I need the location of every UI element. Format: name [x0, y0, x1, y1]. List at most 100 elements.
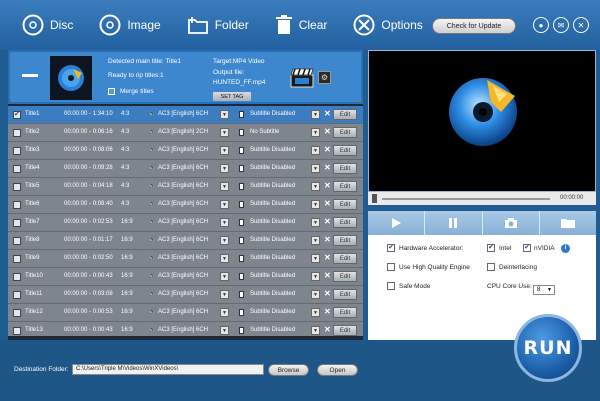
subtitle-dropdown[interactable]: ▼ [311, 254, 320, 263]
title-row[interactable]: Title3 00:00:00 - 0:08:06 4:3 🔈 AC3 [English… [8, 142, 363, 160]
audio-dropdown[interactable]: ▼ [220, 290, 229, 299]
image-button[interactable]: Image [99, 14, 161, 36]
options-button[interactable]: Options [353, 14, 423, 36]
browse-button[interactable]: Browse [268, 364, 309, 376]
title-checkbox[interactable]: ✔ [13, 111, 21, 119]
destination-path-input[interactable]: C:\Users\Triple M\Videos\WinXVideos\ [72, 364, 264, 375]
subtitle-dropdown[interactable]: ▼ [311, 290, 320, 299]
set-tag-button[interactable]: SET TAG [213, 92, 251, 101]
title-checkbox[interactable] [13, 255, 21, 263]
collapse-icon[interactable] [22, 74, 38, 77]
audio-dropdown[interactable]: ▼ [220, 308, 229, 317]
seek-bar[interactable]: 00:00:00 [368, 192, 596, 205]
cut-icon[interactable]: ✕ [324, 217, 331, 226]
gear-icon[interactable]: ⚙ [318, 71, 331, 84]
title-checkbox[interactable] [13, 273, 21, 281]
cut-icon[interactable]: ✕ [324, 109, 331, 118]
clear-button[interactable]: Clear [275, 15, 327, 35]
cut-icon[interactable]: ✕ [324, 235, 331, 244]
title-checkbox[interactable] [13, 201, 21, 209]
title-row[interactable]: Title6 00:00:00 - 0:08:40 4:3 🔈 AC3 [English… [8, 196, 363, 214]
edit-button[interactable]: Edit [333, 199, 357, 210]
title-row[interactable]: Title13 00:00:00 - 0:00:43 16:9 🔈 AC3 [Engli… [8, 322, 363, 336]
edit-button[interactable]: Edit [333, 127, 357, 138]
title-row[interactable]: Title4 00:00:00 - 0:09:28 4:3 🔈 AC3 [English… [8, 160, 363, 178]
seek-handle[interactable] [372, 194, 377, 203]
seek-track[interactable] [382, 198, 550, 200]
title-row[interactable]: Title9 00:00:00 - 0:02:50 16:9 🔈 AC3 [Englis… [8, 250, 363, 268]
cut-icon[interactable]: ✕ [324, 325, 331, 334]
subtitle-dropdown[interactable]: ▼ [311, 164, 320, 173]
audio-dropdown[interactable]: ▼ [220, 272, 229, 281]
cut-icon[interactable]: ✕ [324, 307, 331, 316]
title-row[interactable]: Title12 00:00:00 - 0:00:53 16:9 🔈 AC3 [Engli… [8, 304, 363, 322]
title-checkbox[interactable] [13, 219, 21, 227]
edit-button[interactable]: Edit [333, 109, 357, 120]
cut-icon[interactable]: ✕ [324, 127, 331, 136]
title-checkbox[interactable] [13, 183, 21, 191]
audio-dropdown[interactable]: ▼ [220, 254, 229, 263]
audio-dropdown[interactable]: ▼ [220, 110, 229, 119]
subtitle-dropdown[interactable]: ▼ [311, 272, 320, 281]
title-checkbox[interactable] [13, 165, 21, 173]
cut-icon[interactable]: ✕ [324, 181, 331, 190]
subtitle-dropdown[interactable]: ▼ [311, 308, 320, 317]
title-checkbox[interactable] [13, 309, 21, 317]
open-folder-button[interactable] [540, 211, 596, 235]
cut-icon[interactable]: ✕ [324, 163, 331, 172]
run-button[interactable]: RUN [514, 314, 582, 382]
intel-checkbox[interactable]: ✔ [487, 244, 495, 252]
subtitle-dropdown[interactable]: ▼ [311, 326, 320, 335]
audio-dropdown[interactable]: ▼ [220, 236, 229, 245]
title-row[interactable]: ✔ Title1 00:00:00 - 1:34:10 4:3 🔈 AC3 [Englis… [8, 106, 363, 124]
open-button[interactable]: Open [317, 364, 358, 376]
title-checkbox[interactable] [13, 147, 21, 155]
cut-icon[interactable]: ✕ [324, 289, 331, 298]
play-button[interactable] [368, 211, 426, 235]
title-checkbox[interactable] [13, 291, 21, 299]
safe-mode-checkbox[interactable] [387, 282, 395, 290]
nvidia-checkbox[interactable]: ✔ [523, 244, 531, 252]
snapshot-button[interactable] [483, 211, 540, 235]
merge-titles-checkbox[interactable] [108, 88, 115, 95]
edit-button[interactable]: Edit [333, 253, 357, 264]
pause-button[interactable] [425, 211, 483, 235]
title-row[interactable]: Title2 00:00:00 - 0:06:16 4:3 🔈 AC3 [English… [8, 124, 363, 142]
edit-button[interactable]: Edit [333, 181, 357, 192]
cut-icon[interactable]: ✕ [324, 253, 331, 262]
disc-button[interactable]: Disc [22, 14, 73, 36]
title-row[interactable]: Title7 00:00:00 - 0:02:53 16:9 🔈 AC3 [Englis… [8, 214, 363, 232]
title-checkbox[interactable] [13, 327, 21, 335]
subtitle-dropdown[interactable]: ▼ [311, 128, 320, 137]
cut-icon[interactable]: ✕ [324, 199, 331, 208]
title-row[interactable]: Title11 00:00:00 - 0:03:08 16:9 🔈 AC3 [Engli… [8, 286, 363, 304]
edit-button[interactable]: Edit [333, 325, 357, 336]
folder-button[interactable]: Folder [187, 15, 249, 35]
subtitle-dropdown[interactable]: ▼ [311, 182, 320, 191]
edit-button[interactable]: Edit [333, 235, 357, 246]
clapperboard-icon[interactable] [290, 68, 314, 88]
edit-button[interactable]: Edit [333, 217, 357, 228]
subtitle-dropdown[interactable]: ▼ [311, 110, 320, 119]
audio-dropdown[interactable]: ▼ [220, 164, 229, 173]
cpu-core-select[interactable]: 8 ▼ [533, 285, 555, 295]
close-icon[interactable]: ✕ [573, 17, 589, 33]
cut-icon[interactable]: ✕ [324, 145, 331, 154]
edit-button[interactable]: Edit [333, 307, 357, 318]
deinterlacing-checkbox[interactable] [487, 263, 495, 271]
edit-button[interactable]: Edit [333, 289, 357, 300]
title-row[interactable]: Title5 00:00:00 - 0:04:18 4:3 🔈 AC3 [English… [8, 178, 363, 196]
audio-dropdown[interactable]: ▼ [220, 146, 229, 155]
high-quality-checkbox[interactable] [387, 263, 395, 271]
edit-button[interactable]: Edit [333, 271, 357, 282]
audio-dropdown[interactable]: ▼ [220, 182, 229, 191]
cut-icon[interactable]: ✕ [324, 271, 331, 280]
mail-icon[interactable]: ✉ [553, 17, 569, 33]
audio-dropdown[interactable]: ▼ [220, 326, 229, 335]
title-row[interactable]: Title8 00:00:00 - 0:01:17 16:9 🔈 AC3 [Englis… [8, 232, 363, 250]
audio-dropdown[interactable]: ▼ [220, 128, 229, 137]
check-for-update-button[interactable]: Check for Update [432, 18, 516, 34]
subtitle-dropdown[interactable]: ▼ [311, 218, 320, 227]
title-checkbox[interactable] [13, 129, 21, 137]
info-icon[interactable]: i [561, 244, 570, 253]
